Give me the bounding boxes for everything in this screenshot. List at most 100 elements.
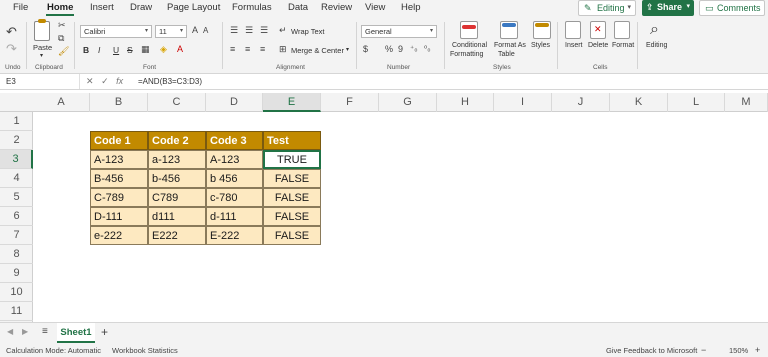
font-size-select[interactable]: 11 ▾ [155, 25, 187, 38]
tab-draw[interactable]: Draw [130, 2, 152, 13]
column-header-b[interactable]: B [90, 93, 148, 112]
chevron-down-icon[interactable]: ▾ [40, 52, 43, 59]
all-sheets-menu-icon[interactable]: ≡ [42, 327, 48, 337]
table-cell[interactable]: A-123 [90, 150, 148, 169]
active-cell-e3[interactable]: TRUE [263, 150, 321, 169]
comma-style-icon[interactable]: 9 [398, 45, 403, 54]
zoom-in-button[interactable]: + [755, 345, 760, 355]
paste-icon[interactable] [34, 21, 50, 41]
formula-input[interactable]: =AND(B3=C3:D3) [138, 77, 202, 86]
scroll-left-icon[interactable]: ◀ [7, 328, 13, 336]
font-name-select[interactable]: Calibri ▾ [80, 25, 152, 38]
table-cell[interactable]: b-456 [148, 169, 206, 188]
column-header-c[interactable]: C [148, 93, 206, 112]
tab-view[interactable]: View [365, 2, 385, 13]
bold-button[interactable]: B [83, 45, 89, 55]
row-header-10[interactable]: 10 [0, 283, 33, 302]
column-header-m[interactable]: M [725, 93, 768, 112]
sheet-tab-sheet1[interactable]: Sheet1 [57, 323, 95, 343]
add-sheet-button[interactable]: + [101, 326, 108, 338]
row-header-2[interactable]: 2 [0, 131, 33, 150]
align-center-icon[interactable]: ≡ [245, 45, 250, 54]
insert-function-icon[interactable]: fx [116, 76, 123, 86]
align-bottom-icon[interactable]: ☰ [260, 26, 268, 35]
currency-icon[interactable]: $ [363, 45, 368, 54]
tab-review[interactable]: Review [321, 2, 352, 13]
align-left-icon[interactable]: ≡ [230, 45, 235, 54]
borders-icon[interactable]: ▦ [141, 45, 150, 54]
workbook-statistics-button[interactable]: Workbook Statistics [112, 346, 178, 355]
table-cell[interactable]: a-123 [148, 150, 206, 169]
comments-button[interactable]: ▭ Comments [699, 0, 765, 16]
table-cell[interactable]: B-456 [90, 169, 148, 188]
row-header-3[interactable]: 3 [0, 150, 33, 169]
column-header-f[interactable]: F [321, 93, 379, 112]
row-header-7[interactable]: 7 [0, 226, 33, 245]
table-cell[interactable]: FALSE [263, 169, 321, 188]
row-header-6[interactable]: 6 [0, 207, 33, 226]
table-header-test[interactable]: Test [263, 131, 321, 150]
table-cell[interactable]: FALSE [263, 226, 321, 245]
row-header-9[interactable]: 9 [0, 264, 33, 283]
underline-button[interactable]: U [113, 45, 119, 55]
column-header-g[interactable]: G [379, 93, 437, 112]
insert-cells-icon[interactable] [565, 21, 581, 39]
editing-mode-button[interactable]: ✎ Editing ▾ [578, 0, 636, 16]
chevron-down-icon[interactable]: ▾ [346, 46, 349, 53]
wrap-text-button[interactable]: Wrap Text [291, 27, 325, 36]
table-cell[interactable]: FALSE [263, 207, 321, 226]
redo-icon[interactable]: ↷ [6, 42, 17, 55]
format-cells-icon[interactable] [614, 21, 630, 39]
tab-insert[interactable]: Insert [90, 2, 114, 13]
table-cell[interactable]: FALSE [263, 188, 321, 207]
table-cell[interactable]: c-780 [206, 188, 263, 207]
percent-icon[interactable]: % [385, 45, 393, 54]
table-header-code-1[interactable]: Code 1 [90, 131, 148, 150]
table-cell[interactable]: d111 [148, 207, 206, 226]
column-header-a[interactable]: A [33, 93, 90, 112]
tab-data[interactable]: Data [288, 2, 308, 13]
table-header-code-3[interactable]: Code 3 [206, 131, 263, 150]
tab-file[interactable]: File [13, 2, 28, 13]
table-cell[interactable]: d-111 [206, 207, 263, 226]
column-header-d[interactable]: D [206, 93, 263, 112]
editing-group-button[interactable]: Editing [646, 42, 667, 49]
tab-home[interactable]: Home [47, 2, 73, 13]
paste-button-label[interactable]: Paste [33, 43, 52, 52]
search-icon[interactable]: ⌕ [650, 22, 659, 38]
column-header-i[interactable]: I [494, 93, 552, 112]
column-header-k[interactable]: K [610, 93, 668, 112]
delete-button-label[interactable]: Delete [588, 42, 608, 49]
fill-color-icon[interactable]: ◈ [160, 45, 167, 54]
column-header-h[interactable]: H [437, 93, 494, 112]
conditional-formatting-label-2[interactable]: Formatting [450, 51, 483, 58]
table-cell[interactable]: A-123 [206, 150, 263, 169]
copy-icon[interactable]: ⧉ [58, 34, 64, 43]
zoom-out-button[interactable]: − [701, 345, 706, 355]
give-feedback-link[interactable]: Give Feedback to Microsoft [606, 346, 697, 355]
zoom-level[interactable]: 150% [729, 346, 748, 355]
tab-help[interactable]: Help [401, 2, 421, 13]
table-cell[interactable]: E222 [148, 226, 206, 245]
decrease-font-icon[interactable]: A [203, 27, 208, 35]
strikethrough-button[interactable]: S [127, 45, 133, 55]
table-cell[interactable]: b 456 [206, 169, 263, 188]
row-header-8[interactable]: 8 [0, 245, 33, 264]
row-header-1[interactable]: 1 [0, 112, 33, 131]
table-cell[interactable]: E-222 [206, 226, 263, 245]
format-as-table-label[interactable]: Format As [494, 42, 526, 49]
undo-icon[interactable]: ↶ [6, 25, 17, 38]
cut-icon[interactable]: ✂ [58, 21, 66, 30]
row-header-4[interactable]: 4 [0, 169, 33, 188]
align-middle-icon[interactable]: ☰ [245, 26, 253, 35]
styles-button-label[interactable]: Styles [531, 42, 550, 49]
align-top-icon[interactable]: ☰ [230, 26, 238, 35]
row-header-5[interactable]: 5 [0, 188, 33, 207]
column-header-l[interactable]: L [668, 93, 725, 112]
tab-page-layout[interactable]: Page Layout [167, 2, 220, 13]
table-header-code-2[interactable]: Code 2 [148, 131, 206, 150]
table-cell[interactable]: C-789 [90, 188, 148, 207]
decrease-decimal-icon[interactable]: ⁰₀ [424, 45, 431, 53]
share-button[interactable]: ⇪ Share ▾ [642, 0, 694, 16]
format-as-table-label-2[interactable]: Table [498, 51, 515, 58]
